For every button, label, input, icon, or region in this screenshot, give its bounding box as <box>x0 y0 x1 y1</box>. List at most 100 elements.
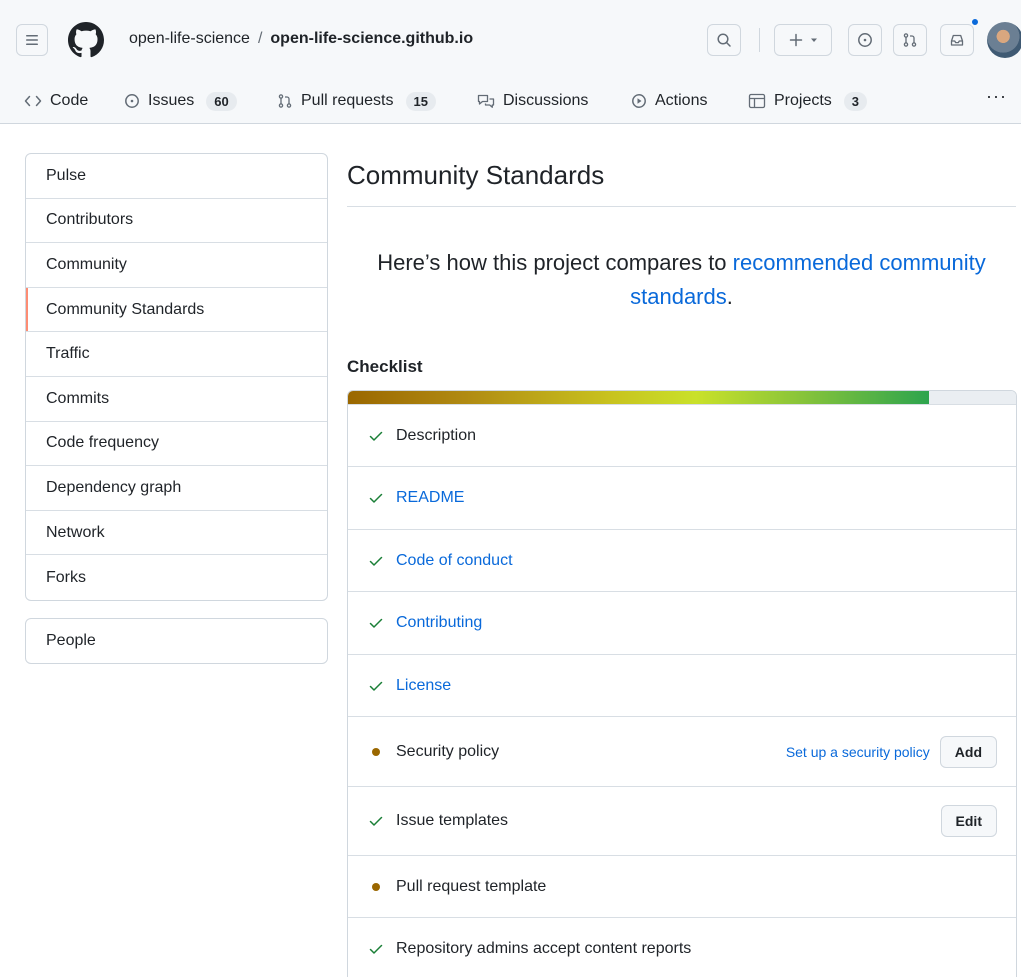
checklist-item-description: Description <box>348 404 1016 466</box>
missing-dot-icon <box>368 747 388 756</box>
git-pull-request-icon <box>278 94 292 108</box>
breadcrumb: open-life-science / open-life-science.gi… <box>129 30 473 48</box>
license-link[interactable]: License <box>396 677 451 695</box>
issues-button[interactable] <box>848 24 882 56</box>
comment-discussion-icon <box>477 94 495 108</box>
sidebar-item-code-frequency[interactable]: Code frequency <box>26 422 327 467</box>
checklist-item-content-reports: Repository admins accept content reports <box>348 917 1016 977</box>
tab-discussions[interactable]: Discussions <box>477 86 588 116</box>
breadcrumb-owner-link[interactable]: open-life-science <box>129 30 250 48</box>
security-policy-actions: Set up a security policy Add <box>786 735 997 768</box>
tab-code-label: Code <box>50 92 89 109</box>
sidebar-item-people[interactable]: People <box>26 619 327 663</box>
check-icon <box>368 941 388 957</box>
checklist-item-label: Repository admins accept content reports <box>396 939 692 957</box>
github-logo-icon[interactable] <box>68 22 104 58</box>
issue-templates-actions: Edit <box>940 805 997 837</box>
search-button[interactable] <box>707 24 741 56</box>
plus-icon <box>789 33 803 47</box>
checklist-item-pull-request-template: Pull request template <box>348 855 1016 917</box>
sidebar-item-dependency-graph[interactable]: Dependency graph <box>26 466 327 511</box>
projects-counter: 3 <box>843 91 868 111</box>
checklist-item-license: License <box>348 654 1016 716</box>
readme-link[interactable]: README <box>396 489 464 507</box>
check-icon <box>368 813 388 829</box>
checklist-item-readme: README <box>348 466 1016 529</box>
sidebar-item-traffic[interactable]: Traffic <box>26 332 327 377</box>
people-sidebar: People <box>25 618 328 664</box>
checklist-box: Description README Code of conduct Contr… <box>347 390 1017 977</box>
notification-indicator <box>970 17 980 27</box>
tab-pull-requests-label: Pull requests <box>301 92 394 109</box>
intro-text: Here’s how this project compares to reco… <box>347 246 1016 314</box>
edit-issue-templates-button[interactable]: Edit <box>940 805 997 837</box>
tab-projects[interactable]: Projects 3 <box>748 86 868 116</box>
checklist-item-label: Issue templates <box>396 812 509 829</box>
table-icon <box>748 93 766 109</box>
header-top-row: open-life-science / open-life-science.gi… <box>0 0 1021 76</box>
check-icon <box>368 678 388 694</box>
sidebar-item-community-standards[interactable]: Community Standards <box>26 287 327 333</box>
more-options-icon[interactable]: ··· <box>986 86 1007 107</box>
tab-issues-label: Issues <box>148 92 195 109</box>
checklist-item-code-of-conduct: Code of conduct <box>348 529 1016 591</box>
inbox-button[interactable] <box>940 24 974 56</box>
tab-actions-label: Actions <box>655 92 708 109</box>
sidebar-item-forks[interactable]: Forks <box>26 555 327 600</box>
checklist-item-label: Pull request template <box>396 877 547 895</box>
tab-projects-label: Projects <box>774 92 832 109</box>
sidebar-item-network[interactable]: Network <box>26 511 327 556</box>
sidebar-item-commits[interactable]: Commits <box>26 377 327 422</box>
intro-prefix: Here’s how this project compares to <box>377 250 733 275</box>
tab-pull-requests[interactable]: Pull requests 15 <box>277 86 436 116</box>
tab-discussions-label: Discussions <box>503 92 589 109</box>
breadcrumb-repo-link[interactable]: open-life-science.github.io <box>270 30 473 48</box>
progress-bar <box>348 391 1016 404</box>
check-icon <box>368 553 388 569</box>
page-title: Community Standards <box>347 160 605 190</box>
check-icon <box>368 428 388 444</box>
inbox-icon <box>950 34 964 46</box>
checklist-item-contributing: Contributing <box>348 591 1016 654</box>
check-icon <box>368 615 388 631</box>
checklist-item-label: Description <box>396 426 477 444</box>
sidebar-item-pulse[interactable]: Pulse <box>26 154 327 199</box>
play-icon <box>632 94 646 108</box>
issue-opened-icon <box>858 33 872 47</box>
setup-security-policy-link[interactable]: Set up a security policy <box>786 744 930 760</box>
checklist-item-issue-templates: Issue templates Edit <box>348 786 1016 855</box>
tab-issues[interactable]: Issues 60 <box>124 86 237 116</box>
checklist-item-label: Security policy <box>396 742 500 760</box>
issue-opened-icon <box>125 94 139 108</box>
issues-counter: 60 <box>206 91 237 111</box>
sidebar-item-contributors[interactable]: Contributors <box>26 199 327 244</box>
sidebar-item-community[interactable]: Community <box>26 243 327 288</box>
checklist-heading: Checklist <box>347 357 423 376</box>
user-avatar[interactable] <box>987 22 1021 58</box>
pull-requests-counter: 15 <box>405 91 436 111</box>
title-divider <box>347 206 1016 207</box>
add-security-policy-button[interactable]: Add <box>939 735 997 768</box>
repo-navigation: Code Issues 60 Pull requests 15 Discussi… <box>0 76 1021 124</box>
intro-suffix: . <box>726 284 733 309</box>
caret-down-icon <box>811 38 817 42</box>
insights-sidebar: Pulse Contributors Community Community S… <box>25 153 328 601</box>
search-icon <box>717 33 731 47</box>
global-header: open-life-science / open-life-science.gi… <box>0 0 1021 124</box>
check-icon <box>368 490 388 506</box>
hamburger-menu-button[interactable] <box>16 24 48 56</box>
code-icon <box>24 95 42 107</box>
hamburger-icon <box>26 35 38 45</box>
create-new-button[interactable] <box>774 24 832 56</box>
git-pull-request-icon <box>903 33 917 47</box>
missing-dot-icon <box>368 882 388 891</box>
contributing-link[interactable]: Contributing <box>396 614 482 632</box>
pull-requests-button[interactable] <box>893 24 927 56</box>
breadcrumb-separator: / <box>257 30 263 47</box>
code-of-conduct-link[interactable]: Code of conduct <box>396 552 513 570</box>
progress-bar-fill <box>348 391 930 404</box>
tab-actions[interactable]: Actions <box>631 86 707 116</box>
header-divider <box>759 28 760 52</box>
tab-code[interactable]: Code <box>24 86 88 116</box>
checklist-item-security-policy: Security policy Set up a security policy… <box>348 716 1016 786</box>
